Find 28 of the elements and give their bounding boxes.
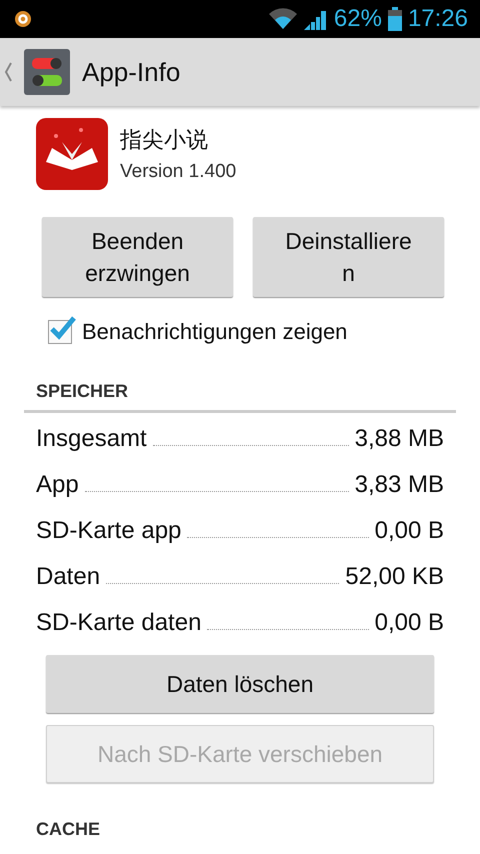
window-title: App-Info bbox=[82, 56, 180, 88]
storage-label: Insgesamt bbox=[36, 425, 147, 453]
storage-label: SD-Karte app bbox=[36, 517, 182, 545]
app-name: 指尖小说 bbox=[120, 127, 209, 155]
storage-label: Daten bbox=[36, 563, 100, 591]
battery-icon bbox=[388, 7, 402, 31]
clock: 17:26 bbox=[408, 5, 468, 33]
settings-toggle-icon bbox=[24, 49, 70, 95]
storage-value: 52,00 KB bbox=[345, 563, 444, 591]
section-heading: CACHE bbox=[36, 819, 102, 841]
battery-percent: 62% bbox=[334, 5, 382, 33]
force-stop-button[interactable]: Beenden erzwingen bbox=[42, 217, 233, 297]
wifi-icon bbox=[268, 8, 298, 30]
clear-data-button[interactable]: Daten löschen bbox=[46, 655, 434, 713]
storage-value: 0,00 B bbox=[374, 609, 444, 637]
back-icon[interactable] bbox=[4, 62, 12, 82]
app-version: Version 1.400 bbox=[120, 161, 236, 183]
section-heading: SPEICHER bbox=[36, 381, 130, 403]
storage-value: 0,00 B bbox=[374, 517, 444, 545]
storage-label: SD-Karte daten bbox=[36, 609, 202, 637]
storage-label: App bbox=[36, 471, 79, 499]
checkbox-label: Benachrichtigungen zeigen bbox=[82, 319, 348, 345]
storage-value: 3,88 MB bbox=[354, 425, 444, 453]
signal-icon bbox=[304, 8, 328, 30]
book-app-icon bbox=[36, 118, 108, 190]
notification-icon bbox=[14, 10, 32, 28]
uninstall-button[interactable]: Deinstallieren bbox=[253, 217, 444, 297]
storage-value: 3,83 MB bbox=[354, 471, 444, 499]
